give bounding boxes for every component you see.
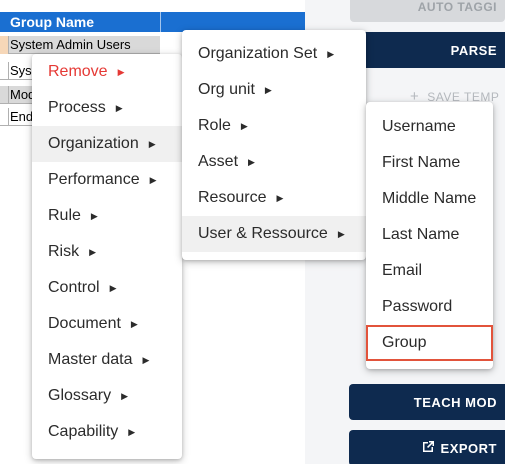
teach-model-button[interactable]: TEACH MOD: [349, 384, 505, 420]
chevron-right-icon: ▶: [121, 390, 129, 401]
menu-item-organization[interactable]: Organization ▶: [32, 126, 182, 162]
teach-button-label: TEACH MOD: [413, 394, 497, 410]
submenu-organization: Organization Set ▶ Org unit ▶ Role ▶ Asset ▶ Res…: [182, 30, 366, 260]
menu-item-label: Process: [48, 99, 106, 116]
menu-item-middle-name[interactable]: Middle Name: [366, 181, 493, 217]
menu-item-resource[interactable]: Resource ▶: [182, 180, 366, 216]
chevron-right-icon: ▶: [149, 174, 157, 185]
menu-item-capability[interactable]: Capability ▶: [32, 414, 182, 450]
menu-item-label: Control: [48, 279, 100, 296]
menu-item-label: Org unit: [198, 81, 255, 98]
menu-item-process[interactable]: Process ▶: [32, 90, 182, 126]
menu-item-email[interactable]: Email: [366, 253, 493, 289]
menu-item-user-ressource[interactable]: User & Ressource ▶: [182, 216, 366, 252]
menu-item-username[interactable]: Username: [366, 109, 493, 145]
menu-item-label: Role: [198, 117, 231, 134]
menu-item-org-unit[interactable]: Org unit ▶: [182, 72, 366, 108]
column-header[interactable]: Group Name: [0, 12, 305, 32]
menu-item-label: Organization Set: [198, 45, 318, 62]
export-button[interactable]: EXPORT: [349, 430, 505, 464]
chevron-right-icon: ▶: [327, 48, 335, 59]
menu-item-label: Password: [382, 298, 453, 315]
menu-item-label: Resource: [198, 189, 267, 206]
column-header-label: Group Name: [10, 14, 95, 30]
menu-item-remove[interactable]: Remove ▶: [32, 54, 182, 90]
table-cell: System Admin Users: [10, 37, 131, 52]
export-button-label: EXPORT: [440, 440, 497, 456]
menu-item-label: Asset: [198, 153, 239, 170]
chevron-right-icon: ▶: [276, 192, 284, 203]
menu-item-label: Document: [48, 315, 121, 332]
menu-item-label: Username: [382, 118, 456, 135]
menu-item-label: Middle Name: [382, 190, 477, 207]
chevron-right-icon: ▶: [89, 246, 97, 257]
menu-item-organization-set[interactable]: Organization Set ▶: [182, 36, 366, 72]
table-row[interactable]: System Admin Users: [0, 36, 160, 54]
menu-item-label: Organization: [48, 135, 139, 152]
menu-item-label: First Name: [382, 154, 461, 171]
menu-item-document[interactable]: Document ▶: [32, 306, 182, 342]
chevron-right-icon: ▶: [90, 210, 98, 221]
menu-item-label: Capability: [48, 423, 119, 440]
menu-item-label: User & Ressource: [198, 225, 328, 242]
row-marker: [0, 86, 9, 104]
row-marker: [0, 108, 9, 126]
menu-item-label: Email: [382, 262, 423, 279]
chevron-right-icon: ▶: [248, 156, 255, 167]
chevron-right-icon: ▶: [337, 228, 345, 239]
menu-item-label: Master data: [48, 351, 133, 368]
menu-item-first-name[interactable]: First Name: [366, 145, 493, 181]
menu-item-label: Rule: [48, 207, 81, 224]
chevron-right-icon: ▶: [115, 102, 123, 113]
menu-item-glossary[interactable]: Glossary ▶: [32, 378, 182, 414]
auto-tagging-button[interactable]: AUTO TAGGI: [350, 0, 505, 22]
menu-item-label: Last Name: [382, 226, 460, 243]
chevron-right-icon: ▶: [109, 282, 117, 293]
external-link-icon: [421, 440, 435, 457]
menu-item-label: Performance: [48, 171, 140, 188]
menu-item-control[interactable]: Control ▶: [32, 270, 182, 306]
chevron-right-icon: ▶: [117, 66, 125, 77]
submenu-user-resource: Username First Name Middle Name Last Name Em…: [366, 102, 493, 369]
menu-item-risk[interactable]: Risk ▶: [32, 234, 182, 270]
menu-item-password[interactable]: Password: [366, 289, 493, 325]
chevron-right-icon: ▶: [128, 426, 136, 437]
parse-button-label: PARSE: [450, 42, 497, 58]
menu-item-group[interactable]: Group: [366, 325, 493, 361]
row-marker: [0, 36, 9, 54]
chevron-right-icon: ▶: [142, 354, 150, 365]
menu-item-label: Glossary: [48, 387, 112, 404]
row-marker: [0, 62, 9, 80]
menu-item-role[interactable]: Role ▶: [182, 108, 366, 144]
menu-item-label: Remove: [48, 63, 108, 80]
menu-item-label: Group: [382, 334, 427, 351]
menu-item-last-name[interactable]: Last Name: [366, 217, 493, 253]
grid-divider: [160, 12, 161, 32]
parse-button[interactable]: PARSE: [349, 32, 505, 68]
menu-item-rule[interactable]: Rule ▶: [32, 198, 182, 234]
menu-item-label: Risk: [48, 243, 80, 260]
chevron-right-icon: ▶: [240, 120, 248, 131]
chevron-right-icon: ▶: [130, 318, 138, 329]
menu-item-master-data[interactable]: Master data ▶: [32, 342, 182, 378]
context-menu-main: Remove ▶ Process ▶ Organization ▶ Performance ▶…: [32, 54, 182, 459]
menu-item-performance[interactable]: Performance ▶: [32, 162, 182, 198]
menu-item-asset[interactable]: Asset ▶: [182, 144, 366, 180]
chevron-right-icon: ▶: [148, 138, 156, 149]
chevron-right-icon: ▶: [264, 84, 272, 95]
